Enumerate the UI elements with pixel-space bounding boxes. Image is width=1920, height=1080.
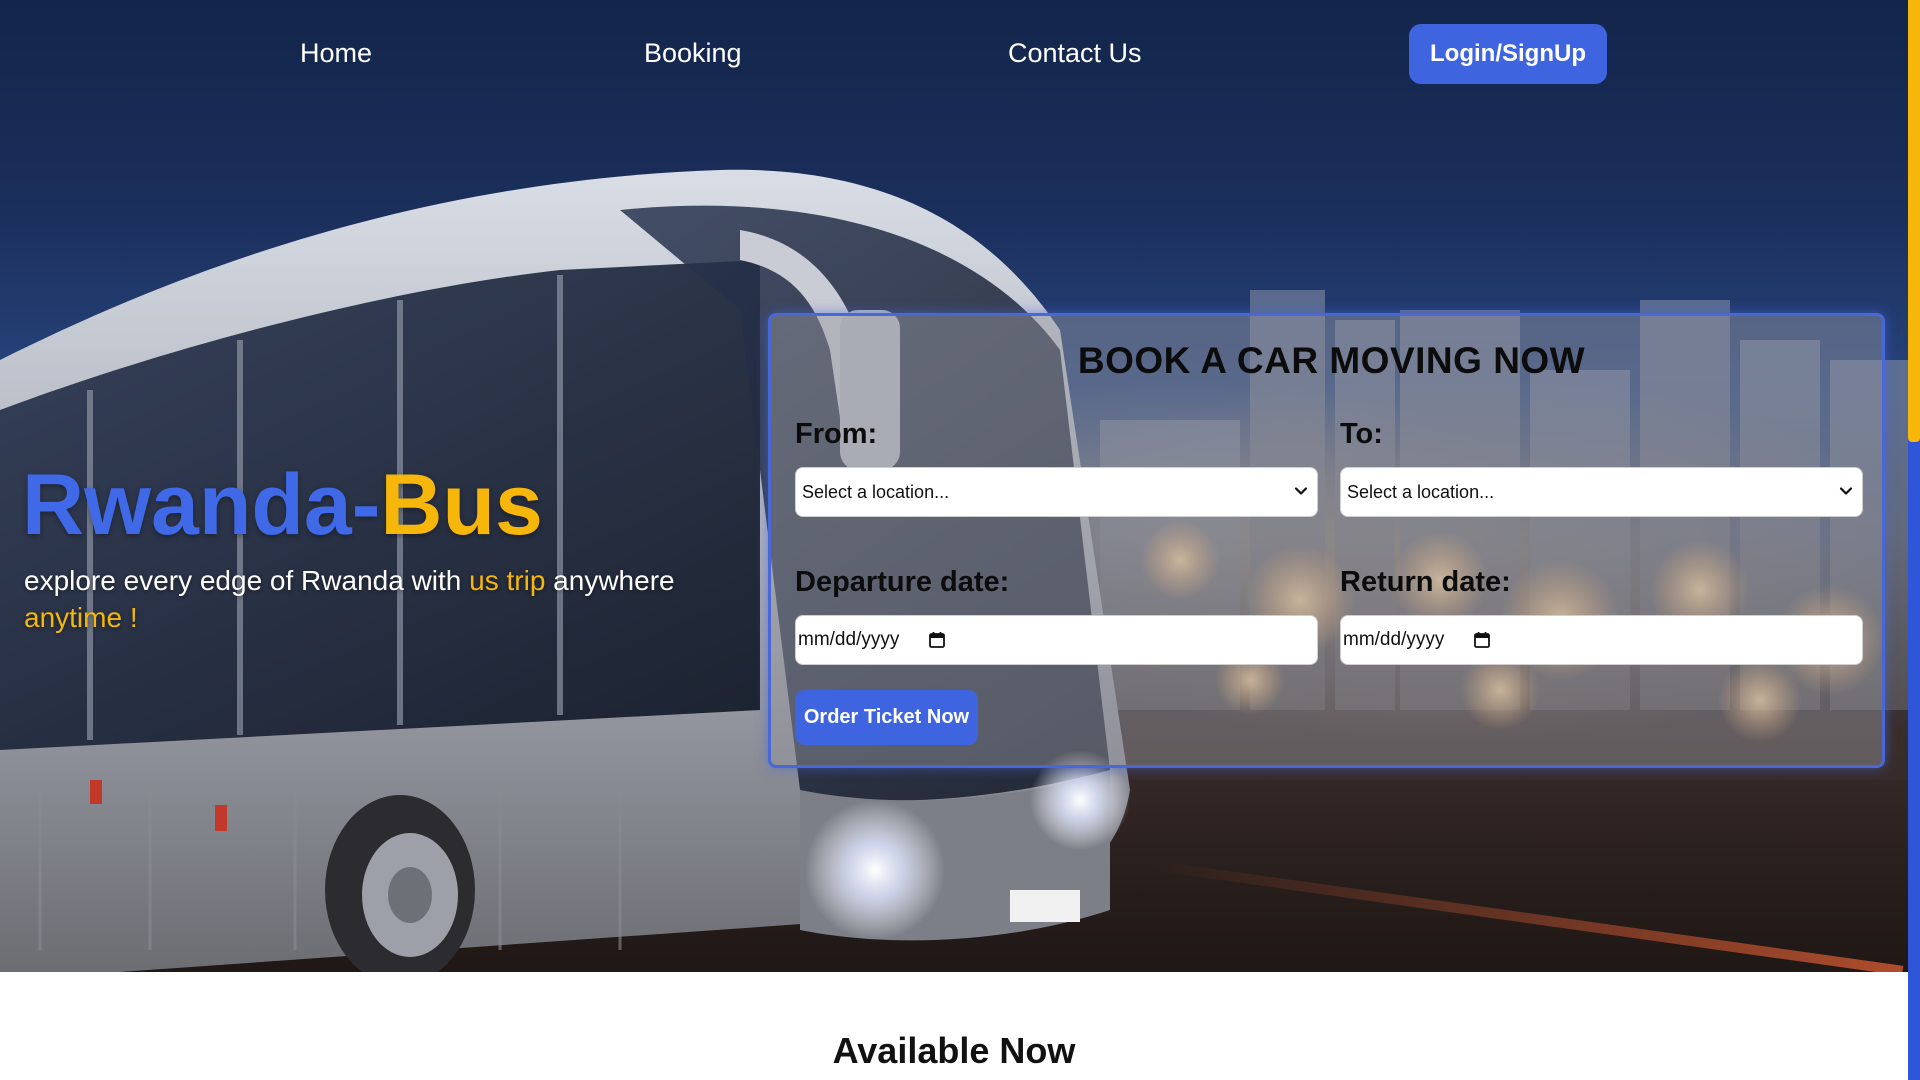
- tagline-highlight-1: us trip: [469, 565, 546, 596]
- tagline-text-1: explore every edge of Rwanda with: [24, 565, 470, 596]
- calendar-icon[interactable]: [1473, 631, 1491, 649]
- login-signup-button[interactable]: Login/SignUp: [1409, 24, 1607, 84]
- tagline-text-2: anywhere: [545, 565, 675, 596]
- brand-title-part1: Rwanda-: [22, 457, 381, 553]
- top-navigation: Home Booking Contact Us Login/SignUp: [0, 0, 1908, 110]
- page: Home Booking Contact Us Login/SignUp Rwa…: [0, 0, 1920, 1080]
- order-ticket-button[interactable]: Order Ticket Now: [795, 690, 978, 745]
- nav-contact-link[interactable]: Contact Us: [1008, 38, 1142, 69]
- from-location-value: Select a location...: [802, 481, 950, 502]
- nav-home-link[interactable]: Home: [300, 38, 372, 69]
- from-label: From:: [795, 418, 878, 450]
- from-location-select[interactable]: Select a location...: [795, 467, 1318, 517]
- scrollbar-thumb[interactable]: [1908, 0, 1920, 442]
- return-date-input[interactable]: mm/dd/yyyy: [1340, 615, 1863, 665]
- available-now-heading: Available Now: [832, 1030, 1076, 1071]
- return-date-label: Return date:: [1340, 566, 1511, 598]
- nav-booking-link[interactable]: Booking: [644, 38, 742, 69]
- to-location-value: Select a location...: [1347, 481, 1495, 502]
- departure-date-input[interactable]: mm/dd/yyyy: [795, 615, 1318, 665]
- return-date-placeholder: mm/dd/yyyy: [1343, 629, 1445, 650]
- calendar-icon[interactable]: [928, 631, 946, 649]
- brand-title-part2: Bus: [380, 457, 543, 553]
- hero-tagline: explore every edge of Rwanda with us tri…: [24, 562, 744, 636]
- booking-form-title: BOOK A CAR MOVING NOW: [1077, 340, 1586, 381]
- chevron-down-icon: [1839, 487, 1853, 495]
- brand-title: Rwanda-Bus: [22, 462, 543, 548]
- to-location-select[interactable]: Select a location...: [1340, 467, 1863, 517]
- departure-date-label: Departure date:: [795, 566, 1010, 598]
- booking-form-card: BOOK A CAR MOVING NOW From: To: Select a…: [768, 313, 1885, 768]
- chevron-down-icon: [1294, 487, 1308, 495]
- departure-date-placeholder: mm/dd/yyyy: [798, 629, 900, 650]
- to-label: To:: [1340, 418, 1383, 450]
- tagline-highlight-2: anytime !: [24, 602, 138, 633]
